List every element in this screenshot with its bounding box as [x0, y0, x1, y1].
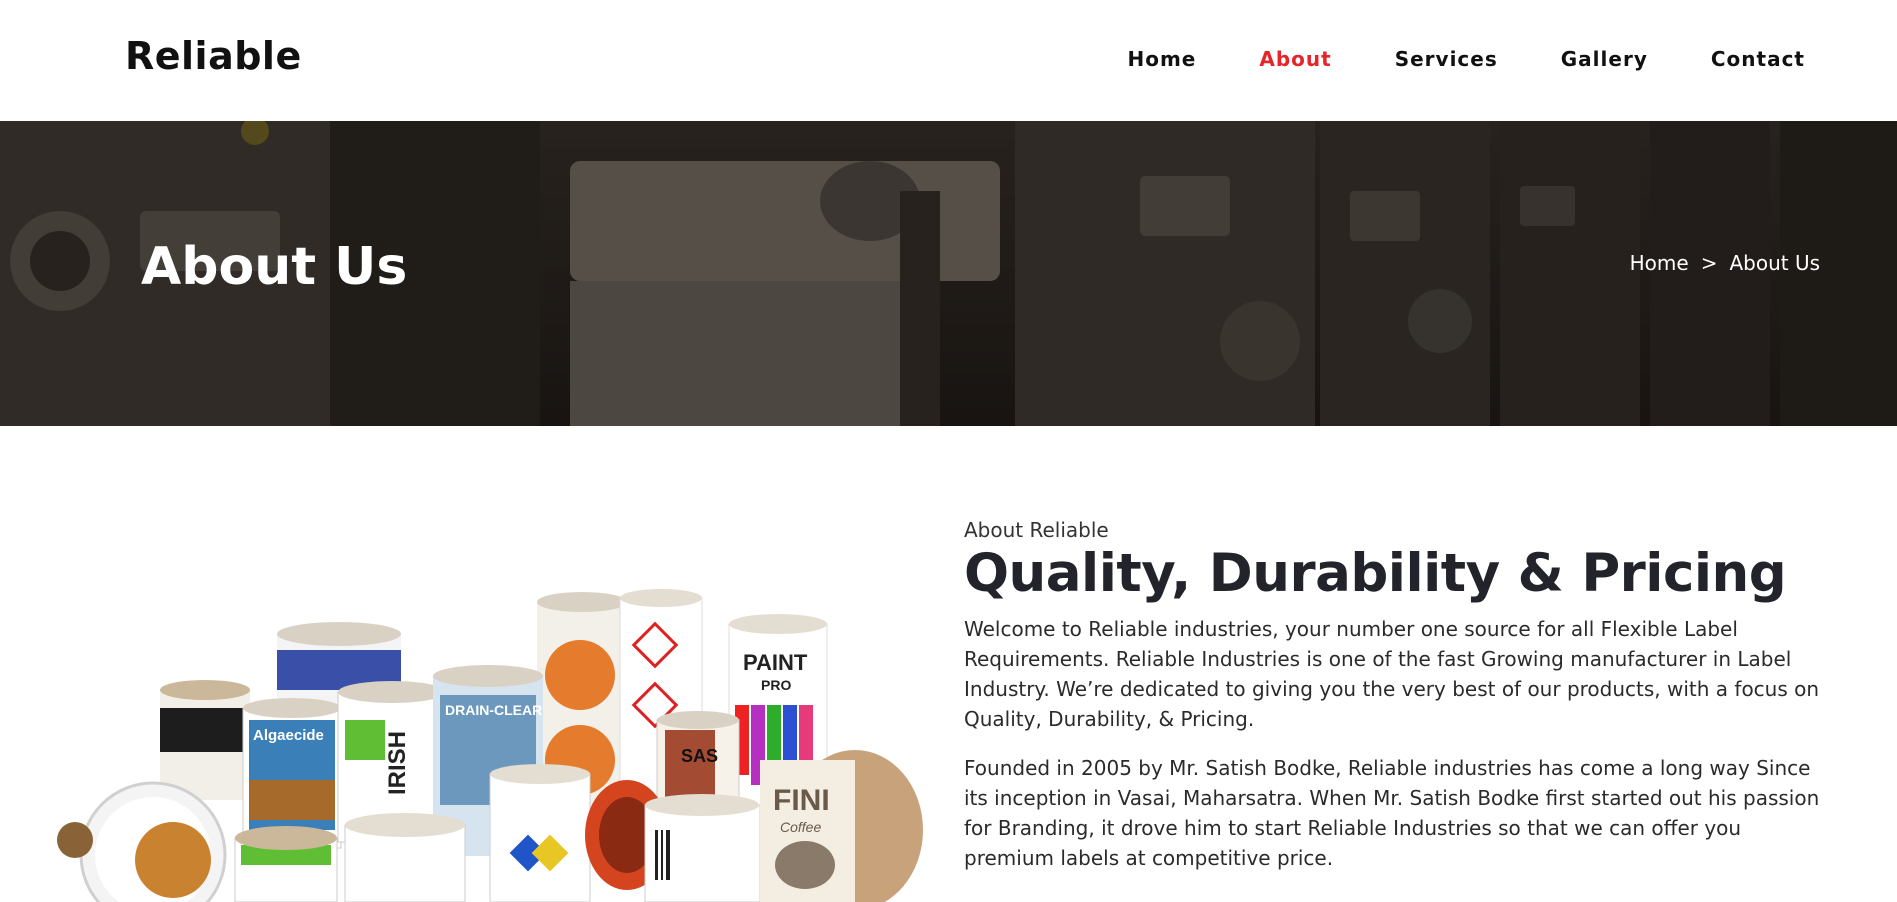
breadcrumb-home-link[interactable]: Home [1630, 251, 1689, 275]
main-nav: Home About Services Gallery Contact [1127, 47, 1805, 71]
nav-home[interactable]: Home [1127, 47, 1196, 71]
roll-barcode [644, 794, 761, 902]
sas-label: SAS [681, 746, 718, 766]
roll-fini-coffee: FINI Coffee [760, 750, 923, 902]
nav-gallery[interactable]: Gallery [1561, 47, 1648, 71]
label-rolls-image: Acetone PAINT PRO Algaecide IRISH DRAIN-… [57, 589, 923, 902]
roll-coffee-left [57, 781, 227, 902]
nav-services[interactable]: Services [1395, 47, 1498, 71]
roll-hazard [489, 764, 591, 902]
about-paragraph-1: Welcome to Reliable industries, your num… [964, 616, 1820, 731]
roll-white-front [344, 813, 466, 902]
pro-label: PRO [761, 677, 791, 693]
about-section: About Reliable Quality, Durability & Pri… [964, 518, 1834, 892]
roll-algaecide: Algaecide [242, 698, 342, 849]
site-header: Reliable Home About Services Gallery Con… [0, 0, 1897, 121]
about-paragraph-2: Founded in 2005 by Mr. Satish Bodke, Rel… [964, 755, 1820, 870]
paint-label: PAINT [743, 650, 808, 675]
page-title: About Us [141, 237, 408, 297]
algaecide-label: Algaecide [253, 727, 324, 744]
nav-about[interactable]: About [1259, 47, 1331, 71]
roll-black [160, 680, 250, 800]
fini-label: FINI [773, 784, 830, 817]
breadcrumb-current: About Us [1729, 251, 1820, 275]
about-eyebrow: About Reliable [964, 518, 1109, 542]
about-heading: Quality, Durability & Pricing [964, 543, 1787, 604]
page-banner: About Us Home > About Us [0, 121, 1897, 426]
drain-clear-label: DRAIN-CLEAR [445, 702, 542, 718]
irish-label: IRISH [384, 731, 411, 795]
coffee-label: Coffee [780, 819, 821, 835]
roll-green [234, 826, 338, 902]
breadcrumb: Home > About Us [1630, 251, 1820, 275]
nav-contact[interactable]: Contact [1711, 47, 1805, 71]
breadcrumb-separator-icon: > [1700, 251, 1718, 275]
site-logo[interactable]: Reliable [125, 34, 302, 78]
